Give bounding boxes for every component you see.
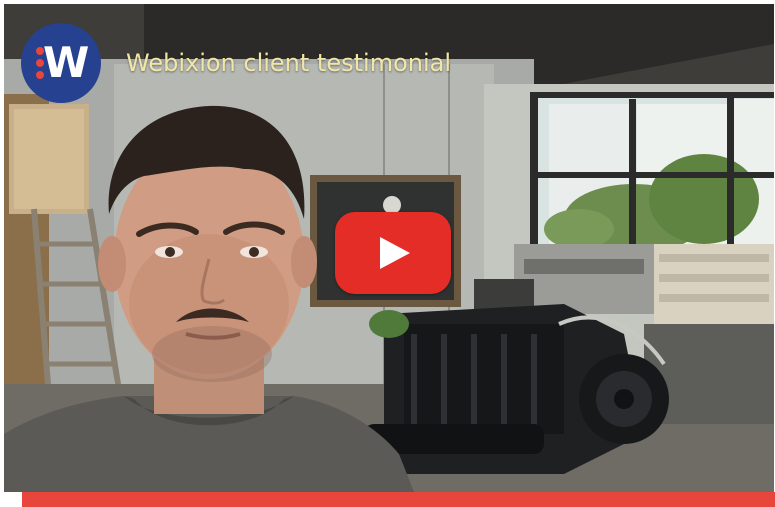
channel-logo[interactable]: W [21,23,101,103]
video-title[interactable]: Webixion client testimonial [126,49,451,77]
play-button[interactable] [335,212,451,294]
accent-bar [22,492,775,507]
video-player[interactable]: W Webixion client testimonial [4,4,774,492]
logo-letter: W [43,38,89,87]
play-icon [380,237,410,269]
